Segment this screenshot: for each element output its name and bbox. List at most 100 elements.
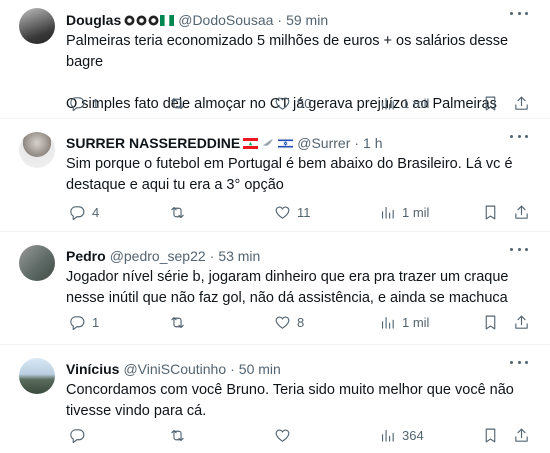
reply-icon	[70, 205, 85, 220]
reply-button[interactable]: 1	[69, 314, 99, 331]
profile-badges	[243, 137, 294, 149]
like-icon	[275, 97, 290, 110]
retweet-button[interactable]	[169, 427, 192, 444]
tweet-text: Concordamos com você Bruno. Teria sido m…	[66, 380, 534, 422]
reply-count: 4	[92, 204, 100, 220]
author-handle[interactable]: @DodoSousaa	[178, 12, 273, 28]
author-handle[interactable]: @ViniSCoutinho	[123, 361, 226, 377]
view-count: 364	[402, 427, 424, 443]
action-bar: 1 50 1 mil	[66, 93, 534, 113]
like-count: 8	[297, 314, 305, 330]
avatar[interactable]	[19, 245, 55, 281]
tweet[interactable]: Pedro @pedro_sep22 · 53 min Jogador níve…	[0, 232, 550, 345]
retweet-button[interactable]	[169, 314, 192, 331]
tweet-header: Douglas @DodoSousaa · 59 min	[66, 9, 534, 31]
views-button[interactable]: 1 mil	[379, 204, 429, 221]
tweet[interactable]: SURRER NASSEREDDINE @Surrer · 1 h Sim po…	[0, 119, 550, 232]
avatar[interactable]	[19, 358, 55, 394]
reply-count: 1	[92, 95, 100, 111]
like-icon	[275, 316, 290, 329]
avatar[interactable]	[19, 132, 55, 168]
bookmark-button[interactable]	[482, 95, 499, 112]
author-handle[interactable]: @pedro_sep22	[110, 248, 206, 264]
more-icon[interactable]	[510, 246, 528, 252]
reply-button[interactable]: 4	[69, 204, 99, 221]
tweet-header: SURRER NASSEREDDINE @Surrer · 1 h	[66, 132, 534, 154]
share-icon	[515, 205, 528, 219]
like-count: 50	[297, 95, 312, 111]
israel-flag-icon	[278, 137, 294, 149]
dove-icon	[263, 138, 274, 146]
share-button[interactable]	[513, 95, 530, 112]
tweet-header: Vinícius @ViniSCoutinho · 50 min	[66, 358, 534, 380]
separator-dot: ·	[354, 135, 360, 151]
tweet-text: Sim porque o futebol em Portugal é bem a…	[66, 154, 534, 196]
circle-badge-icon	[124, 15, 135, 25]
circle-badge-icon	[136, 15, 147, 25]
bookmark-button[interactable]	[482, 314, 499, 331]
lebanon-flag-icon	[243, 137, 259, 149]
tweet-text: Jogador nível série b, jogaram dinheiro …	[66, 267, 534, 309]
views-button[interactable]: 364	[379, 427, 424, 444]
views-icon	[381, 429, 394, 442]
retweet-button[interactable]	[169, 204, 192, 221]
tweet[interactable]: Vinícius @ViniSCoutinho · 50 min Concord…	[0, 345, 550, 453]
retweet-icon	[171, 316, 184, 328]
like-icon	[275, 206, 290, 219]
bookmark-icon	[485, 205, 496, 219]
author-name[interactable]: Vinícius	[66, 361, 119, 377]
more-icon[interactable]	[510, 10, 528, 16]
tweet-header: Pedro @pedro_sep22 · 53 min	[66, 245, 534, 267]
timestamp[interactable]: 53 min	[218, 248, 260, 264]
like-icon	[275, 429, 290, 442]
action-bar: 4 11 1 mil	[66, 202, 534, 222]
timestamp[interactable]: 1 h	[363, 135, 382, 151]
bookmark-icon	[485, 428, 496, 442]
tweet-paragraph: Sim porque o futebol em Portugal é bem a…	[66, 156, 513, 193]
reply-button[interactable]: 1	[69, 95, 99, 112]
more-icon[interactable]	[510, 359, 528, 365]
reply-button[interactable]	[69, 427, 92, 444]
tweet-paragraph: Palmeiras teria economizado 5 milhões de…	[66, 33, 509, 70]
views-button[interactable]: 1 mil	[379, 95, 429, 112]
tweet-paragraph: Concordamos com você Bruno. Teria sido m…	[66, 382, 514, 419]
reply-icon	[70, 428, 85, 443]
views-button[interactable]: 1 mil	[379, 314, 429, 331]
author-name[interactable]: SURRER NASSEREDDINE	[66, 135, 240, 151]
author-handle[interactable]: @Surrer	[297, 135, 350, 151]
retweet-button[interactable]	[169, 95, 192, 112]
views-icon	[381, 316, 394, 329]
views-icon	[381, 97, 394, 110]
share-icon	[515, 315, 528, 329]
like-button[interactable]: 50	[274, 95, 311, 112]
timestamp[interactable]: 50 min	[239, 361, 281, 377]
bookmark-icon	[485, 315, 496, 329]
share-icon	[515, 96, 528, 110]
retweet-icon	[171, 206, 184, 218]
like-count: 11	[297, 204, 311, 220]
like-button[interactable]: 8	[274, 314, 304, 331]
view-count: 1 mil	[402, 314, 430, 330]
timestamp[interactable]: 59 min	[286, 12, 328, 28]
views-icon	[381, 206, 394, 219]
separator-dot: ·	[230, 361, 235, 377]
action-bar: 364	[66, 425, 534, 445]
like-button[interactable]: 11	[274, 204, 311, 221]
share-button[interactable]	[513, 204, 530, 221]
reply-icon	[70, 315, 85, 330]
tweet[interactable]: Douglas @DodoSousaa · 59 min Palmeiras t…	[0, 0, 550, 119]
author-name[interactable]: Pedro	[66, 248, 106, 264]
separator-dot: ·	[277, 12, 283, 28]
bookmark-button[interactable]	[482, 427, 499, 444]
share-button[interactable]	[513, 314, 530, 331]
share-button[interactable]	[513, 427, 530, 444]
bookmark-button[interactable]	[482, 204, 499, 221]
action-bar: 1 8 1 mil	[66, 312, 534, 332]
author-name[interactable]: Douglas	[66, 12, 121, 28]
like-button[interactable]	[274, 427, 297, 444]
tweet-paragraph: Jogador nível série b, jogaram dinheiro …	[66, 269, 509, 306]
reply-icon	[70, 96, 85, 111]
more-icon[interactable]	[510, 133, 528, 139]
avatar[interactable]	[19, 8, 55, 44]
nigeria-flag-icon	[160, 14, 175, 26]
